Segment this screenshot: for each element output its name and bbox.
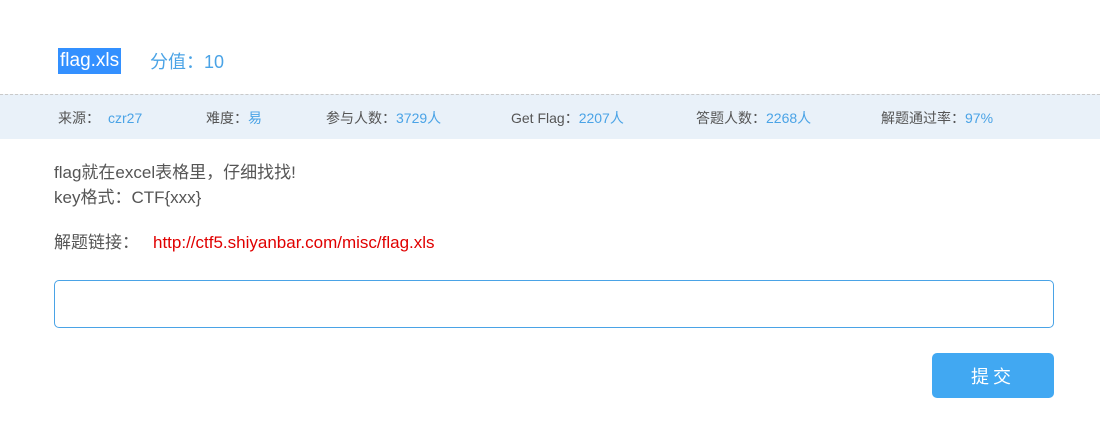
solution-link-row: 解题链接： http://ctf5.shiyanbar.com/misc/flag… bbox=[54, 230, 435, 255]
challenge-info-bar: 来源： czr27 难度：易 参与人数：3729人 Get Flag：2207人 … bbox=[0, 94, 1100, 139]
description-line-2: key格式：CTF{xxx} bbox=[54, 188, 202, 207]
solution-link-label: 解题链接： bbox=[54, 233, 139, 252]
info-participants-label: 参与人数： bbox=[326, 110, 396, 126]
info-getflag-label: Get Flag： bbox=[511, 110, 579, 126]
info-passrate-value: 97% bbox=[965, 110, 994, 126]
info-difficulty: 难度：易 bbox=[206, 109, 262, 127]
info-passrate-label: 解题通过率： bbox=[881, 110, 965, 126]
flag-answer-input[interactable] bbox=[54, 280, 1054, 328]
info-source-label: 来源： bbox=[58, 110, 100, 126]
info-source-value: czr27 bbox=[108, 110, 143, 126]
challenge-description: flag就在excel表格里，仔细找找! key格式：CTF{xxx} bbox=[54, 160, 296, 210]
info-difficulty-label: 难度： bbox=[206, 110, 248, 126]
info-answered-label: 答题人数： bbox=[696, 110, 766, 126]
description-line-1: flag就在excel表格里，仔细找找! bbox=[54, 163, 296, 182]
info-difficulty-value: 易 bbox=[248, 110, 262, 126]
challenge-title: flag.xls bbox=[58, 48, 122, 74]
challenge-score: 分值：10 bbox=[150, 49, 224, 75]
solution-link[interactable]: http://ctf5.shiyanbar.com/misc/flag.xls bbox=[153, 233, 435, 252]
score-label: 分值： bbox=[150, 52, 204, 72]
challenge-header: flag.xls 分值：10 bbox=[0, 0, 1100, 94]
score-value: 10 bbox=[204, 52, 225, 72]
info-getflag-value: 2207人 bbox=[578, 110, 624, 126]
info-participants-value: 3729人 bbox=[396, 110, 442, 126]
submit-button[interactable]: 提交 bbox=[932, 353, 1054, 398]
info-participants: 参与人数：3729人 bbox=[326, 109, 441, 127]
info-answered-value: 2268人 bbox=[766, 110, 812, 126]
info-answered: 答题人数：2268人 bbox=[696, 109, 811, 127]
info-source: 来源： czr27 bbox=[58, 109, 142, 127]
info-passrate: 解题通过率：97% bbox=[881, 109, 993, 127]
info-getflag: Get Flag：2207人 bbox=[511, 109, 624, 127]
